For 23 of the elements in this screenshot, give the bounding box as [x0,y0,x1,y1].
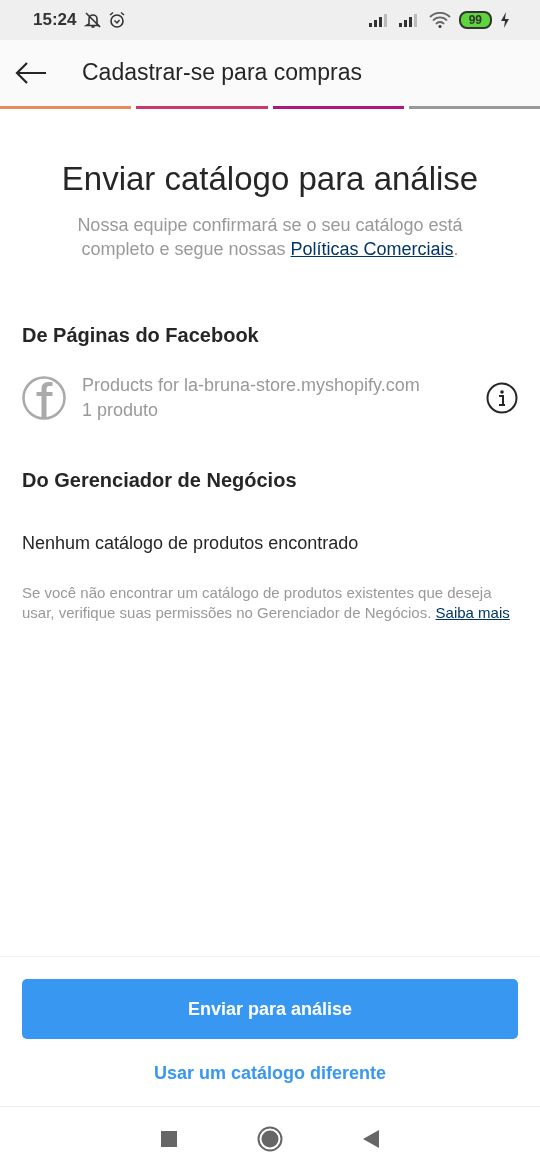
section-heading: De Páginas do Facebook [21,323,260,348]
product-count: 1 produto [82,399,160,423]
charging-icon [500,12,510,28]
recent-apps-icon[interactable] [161,1130,177,1147]
page-heading: Enviar catálogo para análise [60,159,480,199]
description-text: Nossa equipe confirmará se o seu catálogo está completo e segue nossas Políticas Comerciais. [76,213,464,261]
muted-bell-icon [84,11,103,29]
info-icon[interactable] [486,382,518,415]
back-arrow-icon[interactable] [14,61,48,85]
catalog-name: Products for la-bruna-store.myshopify.com [82,374,421,398]
home-icon[interactable] [257,1125,283,1152]
permissions-note: Se você não encontrar um catálogo de produtos existentes que deseja usar, verifique suas permissões no Gerenciador de Negócios. Saiba mais [21,582,511,623]
facebook-logo-icon [22,376,66,421]
battery-level: 99 [458,11,492,29]
wifi-icon [428,12,451,28]
back-icon[interactable] [363,1129,379,1148]
learn-more-link[interactable]: Saiba mais [435,603,510,621]
section-heading: Do Gerenciador de Negócios [21,467,298,492]
alarm-icon [108,11,127,29]
policies-link[interactable]: Políticas Comerciais [290,238,454,259]
empty-message: Nenhum catálogo de produtos encontrado [21,531,360,555]
clock: 15:24 [33,9,77,32]
screen-title: Cadastrar-se para compras [82,59,362,87]
